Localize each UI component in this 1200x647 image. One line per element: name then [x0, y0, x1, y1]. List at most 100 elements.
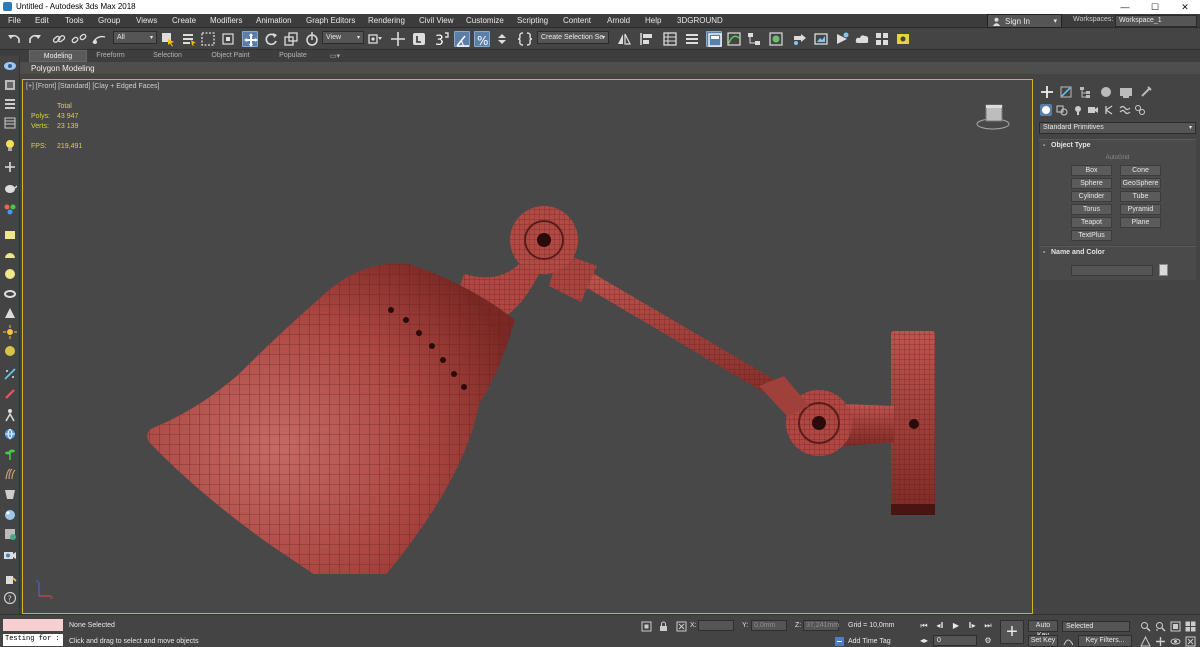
y-coordinate-field[interactable]: 0,0mm — [751, 620, 787, 631]
select-object-icon[interactable] — [160, 31, 176, 47]
primitive-category-dropdown[interactable]: Standard Primitives ▾ — [1039, 122, 1196, 134]
color-palette-icon[interactable] — [3, 202, 17, 216]
key-selection-dropdown[interactable]: Selected — [1062, 621, 1130, 632]
textplus-button[interactable]: TextPlus — [1071, 230, 1112, 241]
select-and-scale-icon[interactable] — [283, 31, 299, 47]
maxscript-listener-mini[interactable] — [3, 619, 63, 631]
select-and-move-icon[interactable] — [242, 31, 258, 47]
ribbon-options-icon[interactable]: ▭▾ — [326, 50, 344, 62]
viewport-layout-icon[interactable] — [3, 59, 17, 73]
spinner-snap-toggle-icon[interactable] — [494, 31, 510, 47]
current-frame-field[interactable]: 0 — [933, 635, 977, 646]
window-crossing-icon[interactable] — [220, 31, 236, 47]
render-production-icon[interactable] — [834, 31, 850, 47]
particle-icon[interactable] — [3, 367, 17, 381]
time-tag-icon[interactable] — [834, 636, 845, 647]
wall-lamp-model[interactable] — [119, 124, 939, 574]
geosphere-button[interactable]: GeoSphere — [1120, 178, 1161, 189]
cameras-icon[interactable] — [1087, 104, 1099, 116]
close-button[interactable]: ✕ — [1170, 0, 1200, 14]
align-icon[interactable] — [638, 31, 654, 47]
tube-button[interactable]: Tube — [1120, 191, 1161, 202]
pyramid-button[interactable]: Pyramid — [1120, 204, 1161, 215]
orbit-icon[interactable] — [1170, 636, 1181, 647]
object-name-field[interactable] — [1071, 265, 1153, 276]
cone-icon[interactable] — [3, 306, 17, 320]
name-and-color-header[interactable]: - Name and Color — [1043, 249, 1105, 256]
snaps-toggle-icon[interactable]: 3 — [434, 31, 450, 47]
viewcube-icon[interactable] — [976, 102, 1010, 132]
modify-tab-icon[interactable] — [1059, 85, 1073, 99]
angle-snap-toggle-icon[interactable] — [454, 31, 470, 47]
add-time-tag[interactable]: Add Time Tag — [848, 638, 891, 645]
key-mode-icon[interactable]: ◂▸ — [918, 635, 930, 647]
hierarchy-tab-icon[interactable] — [1078, 85, 1092, 99]
tab-object-paint[interactable]: Object Paint — [203, 50, 258, 62]
render-icon[interactable] — [3, 527, 17, 541]
create-selection-set-dropdown[interactable]: Create Selection Se ▾ — [537, 31, 609, 44]
sun-icon[interactable] — [3, 325, 17, 339]
tab-freeform[interactable]: Freeform — [88, 50, 133, 62]
default-in-out-tangent-icon[interactable] — [1063, 635, 1074, 646]
schematic-view-icon[interactable] — [746, 31, 762, 47]
helpers-icon[interactable] — [1103, 104, 1115, 116]
toggle-layer-explorer-icon[interactable] — [684, 31, 700, 47]
maximize-button[interactable]: ☐ — [1140, 0, 1170, 14]
menu-views[interactable]: Views — [136, 16, 157, 25]
viewport-label[interactable]: [+] [Front] [Standard] [Clay + Edged Fac… — [26, 83, 159, 90]
utilities-tab-icon[interactable] — [1139, 85, 1153, 99]
scene-explorer-icon[interactable] — [3, 97, 17, 111]
systems-icon[interactable] — [1134, 104, 1146, 116]
autogrid-checkbox[interactable]: AutoGrid — [1039, 155, 1196, 161]
object-color-swatch[interactable] — [1159, 264, 1168, 276]
bone-icon[interactable] — [3, 387, 17, 401]
x-coordinate-field[interactable] — [698, 620, 734, 631]
shapes-icon[interactable] — [1056, 104, 1068, 116]
zoom-all-icon[interactable] — [1155, 621, 1166, 632]
create-tab-icon[interactable] — [1040, 85, 1054, 99]
plant-icon[interactable] — [3, 447, 17, 461]
key-filters-button[interactable]: Key Filters... — [1078, 635, 1132, 647]
box-primitive-icon[interactable] — [3, 228, 17, 242]
cloth-icon[interactable] — [3, 487, 17, 501]
bind-space-warp-icon[interactable] — [91, 31, 107, 47]
z-coordinate-field[interactable]: 37,241mm — [803, 620, 839, 631]
hair-icon[interactable] — [3, 467, 17, 481]
set-keys-button[interactable]: + — [1000, 620, 1024, 644]
edit-named-selection-icon[interactable] — [517, 31, 533, 47]
layer-explorer-icon[interactable] — [3, 116, 17, 130]
zoom-extents-all-icon[interactable] — [1185, 621, 1196, 632]
menu-file[interactable]: File — [8, 16, 21, 25]
sphere-button[interactable]: Sphere — [1071, 178, 1112, 189]
torus-button[interactable]: Torus — [1071, 204, 1112, 215]
menu-arnold[interactable]: Arnold — [607, 16, 630, 25]
play-icon[interactable]: ▶ — [950, 620, 962, 632]
menu-edit[interactable]: Edit — [35, 16, 49, 25]
field-of-view-icon[interactable] — [1140, 636, 1151, 647]
redo-icon[interactable] — [27, 31, 43, 47]
menu-graph-editors[interactable]: Graph Editors — [306, 16, 355, 25]
cone-button[interactable]: Cone — [1120, 165, 1161, 176]
menu-help[interactable]: Help — [645, 16, 661, 25]
menu-tools[interactable]: Tools — [65, 16, 84, 25]
render-in-cloud-icon[interactable] — [854, 31, 870, 47]
a360-gallery-icon[interactable] — [874, 31, 890, 47]
open-explorer-icon[interactable] — [895, 31, 911, 47]
geometry-icon[interactable] — [1040, 104, 1052, 116]
menu-civil-view[interactable]: Civil View — [419, 16, 454, 25]
render-setup-icon[interactable] — [792, 31, 808, 47]
toggle-ribbon-icon[interactable] — [706, 31, 722, 47]
isolate-selection-icon[interactable] — [641, 621, 652, 632]
rendered-frame-window-icon[interactable] — [813, 31, 829, 47]
motion-tab-icon[interactable] — [1099, 85, 1113, 99]
pivot-point-center-icon[interactable] — [367, 31, 383, 47]
lights-icon[interactable] — [1072, 104, 1084, 116]
undo-icon[interactable] — [6, 31, 22, 47]
tab-modeling[interactable]: Modeling — [29, 50, 87, 62]
pan-view-icon[interactable] — [1155, 636, 1166, 647]
time-configuration-icon[interactable]: ⚙ — [982, 635, 994, 647]
percent-snap-toggle-icon[interactable]: % — [474, 31, 490, 48]
sign-in-dropdown[interactable]: Sign In ▾ — [987, 14, 1062, 28]
polygon-modeling-label[interactable]: Polygon Modeling — [31, 64, 95, 73]
select-and-manipulate-icon[interactable] — [390, 31, 406, 47]
